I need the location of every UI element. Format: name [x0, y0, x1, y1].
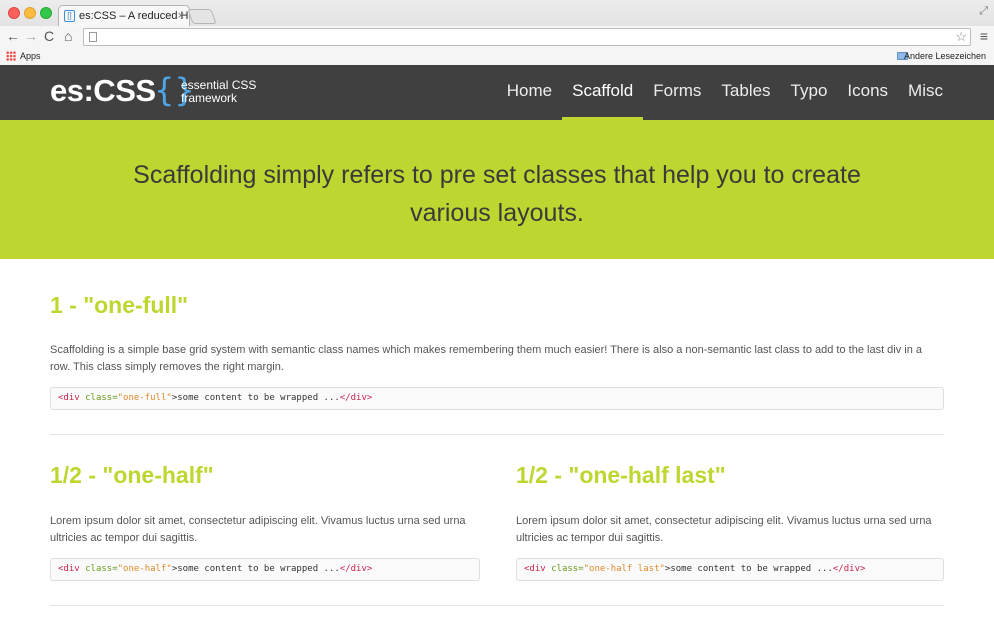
address-bar[interactable]: ☆	[83, 28, 971, 46]
tab-title: es:CSS – A reduced HTML5	[79, 10, 189, 22]
browser-menu-icon[interactable]: ≡	[980, 27, 988, 45]
apps-link[interactable]: Apps	[20, 48, 41, 64]
code-attr: class=	[545, 564, 584, 574]
nav-forms[interactable]: Forms	[643, 65, 711, 120]
forward-icon[interactable]: →	[24, 27, 38, 45]
new-tab-button[interactable]	[187, 9, 217, 24]
code-content: >some content to be wrapped ...	[171, 393, 340, 403]
main-nav: Home Scaffold Forms Tables Typo Icons Mi…	[497, 65, 953, 120]
fullscreen-icon[interactable]: ⤢	[979, 5, 988, 18]
section-text-one-half: Lorem ipsum dolor sit amet, consectetur …	[50, 515, 466, 544]
close-window-button[interactable]	[8, 7, 20, 19]
code-content: >some content to be wrapped ...	[664, 564, 833, 574]
section-heading-one-full: 1 - "one-full"	[50, 292, 189, 318]
code-close-tag: </div>	[339, 564, 373, 574]
nav-icons[interactable]: Icons	[837, 65, 898, 120]
hero-text: Scaffolding simply refers to pre set cla…	[133, 161, 861, 227]
section-divider	[50, 434, 944, 435]
code-close-tag: </div>	[339, 393, 373, 403]
maximize-window-button[interactable]	[40, 7, 52, 19]
minimize-window-button[interactable]	[24, 7, 36, 19]
section-divider	[50, 605, 944, 606]
browser-toolbar: ← → C ⌂ ☆ ≡	[0, 26, 994, 48]
code-attr: class=	[79, 564, 118, 574]
browser-tab[interactable]: [] es:CSS – A reduced HTML5 ×	[58, 5, 190, 26]
reload-icon[interactable]: C	[44, 27, 54, 45]
code-open-tag: <div	[524, 564, 546, 574]
nav-typo[interactable]: Typo	[781, 65, 838, 120]
code-block-one-full: <div class="one-full">some content to be…	[50, 387, 944, 410]
logo-name: es:CSS	[50, 73, 156, 108]
site-header: es:CSS {} essential CSS framework Home S…	[0, 65, 994, 120]
apps-icon[interactable]	[6, 51, 16, 61]
favicon-icon: []	[64, 10, 75, 22]
bookmark-star-icon[interactable]: ☆	[955, 29, 967, 45]
code-open-tag: <div	[58, 564, 80, 574]
section-text-one-half-last: Lorem ipsum dolor sit amet, consectetur …	[516, 515, 932, 544]
code-value: "one-half"	[117, 564, 172, 574]
other-bookmarks-link[interactable]: Andere Lesezeichen	[904, 48, 986, 64]
section-heading-one-half-last: 1/2 - "one-half last"	[516, 462, 726, 488]
code-content: >some content to be wrapped ...	[171, 564, 340, 574]
browser-chrome: [] es:CSS – A reduced HTML5 × ⤢ ← → C ⌂ …	[0, 0, 994, 65]
code-attr: class=	[79, 393, 118, 403]
back-icon[interactable]: ←	[6, 27, 20, 45]
home-icon[interactable]: ⌂	[64, 27, 72, 45]
code-block-one-half-last: <div class="one-half last">some content …	[516, 558, 944, 581]
bookmarks-bar: Apps Andere Lesezeichen	[0, 48, 994, 65]
hero-banner: Scaffolding simply refers to pre set cla…	[0, 120, 994, 259]
nav-scaffold[interactable]: Scaffold	[562, 65, 644, 120]
page-icon	[89, 32, 97, 42]
code-open-tag: <div	[58, 393, 80, 403]
tab-close-icon[interactable]: ×	[178, 6, 184, 26]
logo-tagline: essential CSS framework	[181, 78, 257, 105]
nav-home[interactable]: Home	[497, 65, 562, 120]
tab-strip: [] es:CSS – A reduced HTML5 × ⤢	[0, 0, 994, 26]
section-text-one-full: Scaffolding is a simple base grid system…	[50, 344, 923, 373]
nav-tables[interactable]: Tables	[711, 65, 780, 120]
code-value: "one-full"	[117, 393, 172, 403]
nav-misc[interactable]: Misc	[898, 65, 953, 120]
code-close-tag: </div>	[832, 564, 866, 574]
code-value: "one-half last"	[583, 564, 665, 574]
section-heading-one-half: 1/2 - "one-half"	[50, 462, 214, 488]
code-block-one-half: <div class="one-half">some content to be…	[50, 558, 480, 581]
